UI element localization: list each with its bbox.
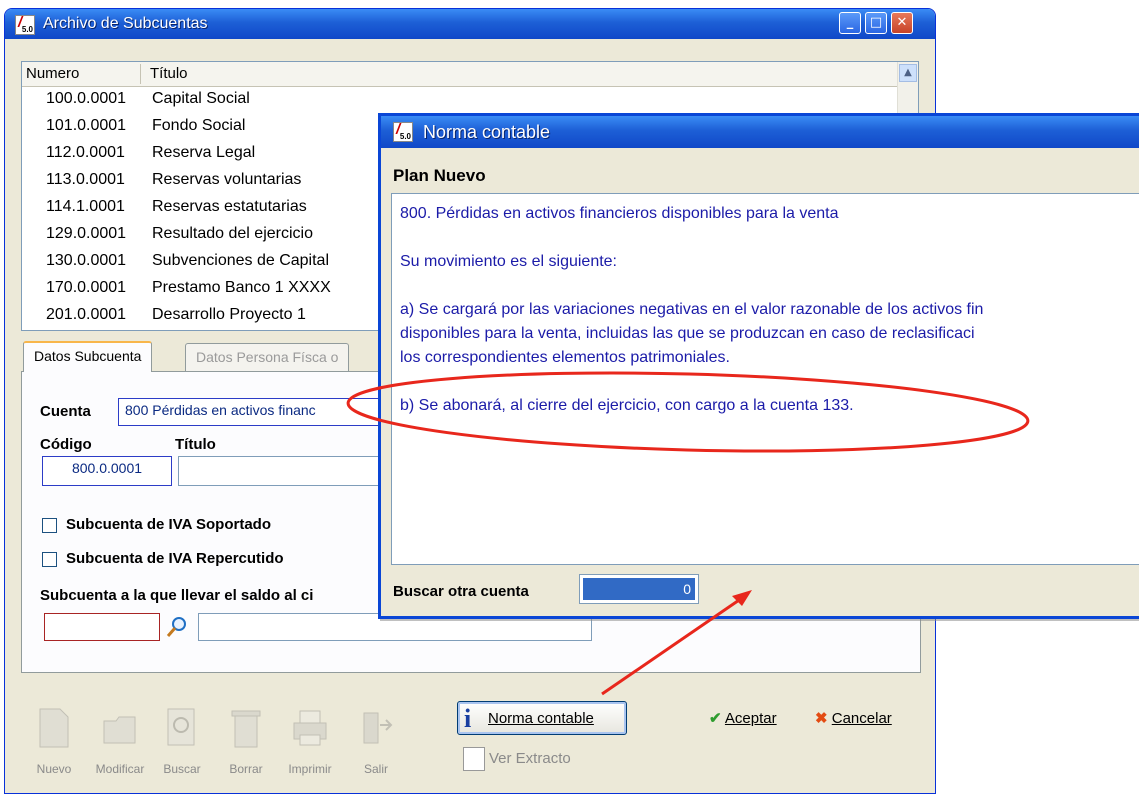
subcuenta-number: 114.1.0001 — [46, 198, 125, 215]
saldo-cuenta-field[interactable] — [44, 613, 160, 641]
buscar-cuenta-value: 0 — [583, 578, 695, 600]
dialog-title: Norma contable — [423, 122, 551, 142]
iva-repercutido-label: Subcuenta de IVA Repercutido — [66, 550, 284, 567]
subcuenta-title: Reservas voluntarias — [152, 171, 302, 188]
subcuenta-title: Capital Social — [152, 90, 250, 107]
window-title: Archivo de Subcuentas — [43, 15, 208, 32]
folder-icon — [103, 716, 136, 744]
subcuenta-number: 130.0.0001 — [46, 252, 127, 269]
iva-repercutido-checkbox[interactable] — [42, 552, 57, 567]
subcuenta-title: Prestamo Banco 1 XXXX — [152, 279, 331, 296]
checkmark-icon: ✔ — [709, 710, 722, 727]
subcuenta-number: 100.0.0001 — [46, 90, 127, 107]
cancel-x-icon: ✖ — [815, 710, 828, 727]
app-logo-icon: /5.0 — [15, 14, 35, 35]
norma-text-line: 800. Pérdidas en activos financieros dis… — [400, 205, 839, 222]
minimize-icon[interactable]: _ — [839, 12, 861, 34]
trash-icon — [231, 710, 261, 748]
subcuenta-number: 113.0.0001 — [46, 171, 125, 188]
norma-text-line: disponibles para la venta, incluidas las… — [400, 325, 975, 342]
norma-contable-label: Norma contable — [488, 710, 594, 727]
titulo-label: Título — [175, 436, 216, 453]
nuevo-button[interactable]: Nuevo — [27, 707, 81, 776]
exit-door-icon — [363, 712, 393, 744]
tab-datos-subcuenta[interactable]: Datos Subcuenta — [23, 341, 153, 372]
maximize-icon[interactable]: □ — [865, 12, 887, 34]
dialog-title-bar[interactable]: /5.0 Norma contable — [381, 116, 1139, 148]
imprimir-button[interactable]: Imprimir — [283, 707, 337, 776]
cuenta-field[interactable]: 800 Pérdidas en activos financ — [118, 398, 418, 426]
subcuenta-number: 112.0.0001 — [46, 144, 125, 161]
norma-text-line: a) Se cargará por las variaciones negati… — [400, 301, 984, 318]
norma-text-line: Su movimiento es el siguiente: — [400, 253, 617, 270]
nuevo-label: Nuevo — [36, 762, 72, 776]
cuenta-label: Cuenta — [40, 403, 91, 420]
app-logo-icon: /5.0 — [393, 121, 413, 142]
norma-contable-button[interactable]: i Norma contable — [457, 701, 627, 735]
salir-label: Salir — [363, 762, 388, 776]
codigo-field[interactable]: 800.0.0001 — [42, 456, 172, 486]
norma-text-area[interactable]: 800. Pérdidas en activos financieros dis… — [391, 193, 1139, 565]
main-title-bar[interactable]: /5.0 Archivo de Subcuentas _ □ ✕ — [5, 9, 935, 39]
subcuenta-number: 201.0.0001 — [46, 306, 127, 323]
cancelar-label: Cancelar — [831, 710, 892, 727]
column-divider — [140, 64, 141, 84]
buscar-cuenta-field[interactable]: 0 — [579, 574, 699, 604]
norma-text-line: los correspondientes elementos patrimoni… — [400, 349, 730, 366]
subcuenta-title: Reserva Legal — [152, 144, 256, 161]
ver-extracto-button[interactable]: Ver Extracto — [463, 747, 571, 771]
column-header-numero[interactable]: Numero — [26, 65, 79, 82]
norma-text-line — [400, 370, 1139, 394]
list-header: Numero Título — [22, 62, 918, 87]
ver-extracto-label: Ver Extracto — [489, 749, 571, 767]
info-icon: i — [464, 704, 472, 733]
norma-text-line — [400, 226, 1139, 250]
salir-button[interactable]: Salir — [349, 707, 403, 776]
search-icon[interactable] — [165, 615, 189, 639]
subcuenta-title: Fondo Social — [152, 117, 246, 134]
subcuenta-number: 170.0.0001 — [46, 279, 127, 296]
norma-text-line — [400, 274, 1139, 298]
list-item[interactable]: 100.0.0001 Capital Social — [22, 87, 918, 114]
column-header-titulo[interactable]: Título — [150, 65, 188, 82]
cancelar-button[interactable]: ✖ Cancelar — [815, 709, 892, 727]
subcuenta-number: 129.0.0001 — [46, 225, 127, 242]
iva-soportado-label: Subcuenta de IVA Soportado — [66, 516, 272, 533]
new-document-icon — [39, 708, 69, 748]
norma-text-line: b) Se abonará, al cierre del ejercicio, … — [400, 397, 854, 414]
imprimir-label: Imprimir — [288, 762, 332, 776]
subcuenta-number: 101.0.0001 — [46, 117, 127, 134]
subcuenta-title: Reservas estatutarias — [152, 198, 307, 215]
iva-soportado-checkbox[interactable] — [42, 518, 57, 533]
tab-datos-persona[interactable]: Datos Persona Físca o — [185, 343, 350, 371]
subcuenta-title: Desarrollo Proyecto 1 — [152, 306, 306, 323]
search-document-icon — [167, 708, 195, 746]
buscar-button[interactable]: Buscar — [155, 707, 209, 776]
printer-icon — [293, 710, 327, 746]
plan-nuevo-heading: Plan Nuevo — [393, 166, 486, 185]
subcuenta-title: Resultado del ejercicio — [152, 225, 313, 242]
close-icon[interactable]: ✕ — [891, 12, 913, 34]
extract-document-icon — [463, 747, 485, 771]
saldo-label: Subcuenta a la que llevar el saldo al ci — [40, 587, 314, 604]
norma-contable-dialog: /5.0 Norma contable Plan Nuevo 800. Pérd… — [378, 113, 1139, 619]
modificar-button[interactable]: Modificar — [93, 707, 147, 776]
buscar-otra-cuenta-label: Buscar otra cuenta — [393, 583, 529, 600]
borrar-button[interactable]: Borrar — [219, 707, 273, 776]
modificar-label: Modificar — [95, 762, 145, 776]
aceptar-button[interactable]: ✔ Aceptar — [709, 709, 777, 727]
scroll-up-icon[interactable]: ▲ — [899, 64, 917, 82]
buscar-label: Buscar — [163, 762, 201, 776]
aceptar-label: Aceptar — [724, 710, 777, 727]
subcuenta-title: Subvenciones de Capital — [152, 252, 330, 269]
borrar-label: Borrar — [229, 762, 263, 776]
codigo-label: Código — [40, 436, 92, 453]
